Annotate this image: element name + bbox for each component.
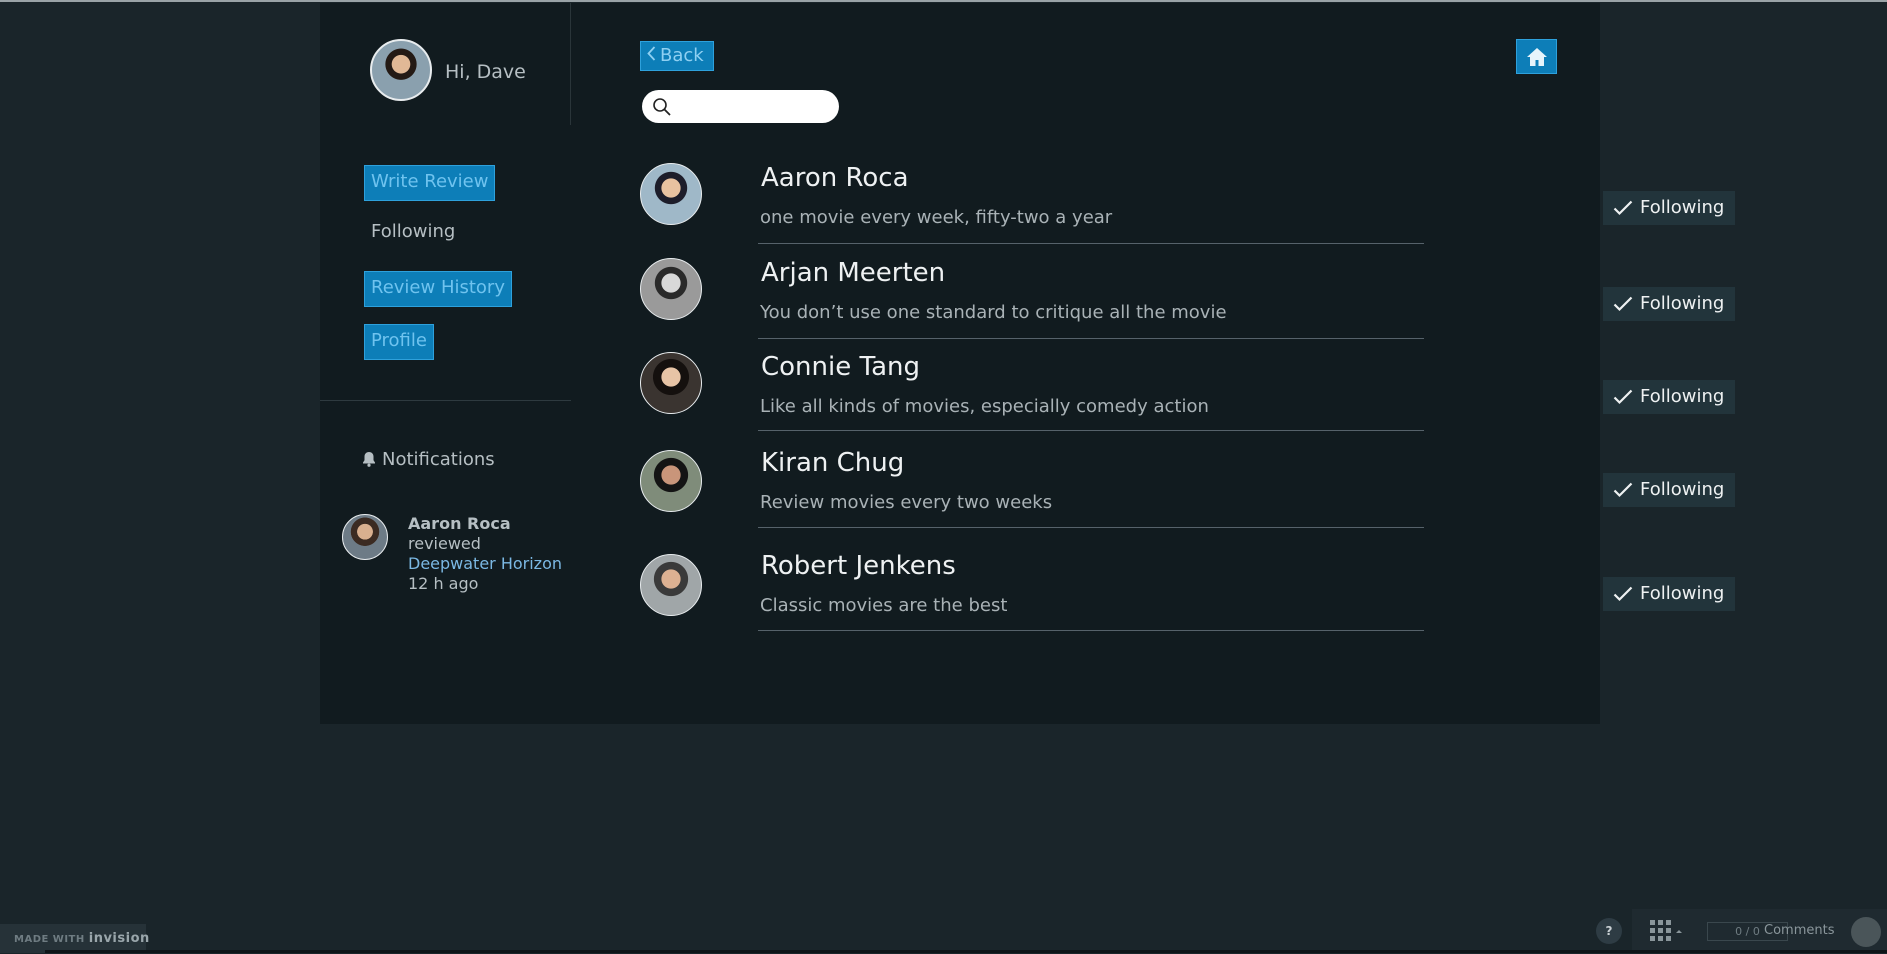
invision-brand: invision [88, 931, 150, 946]
sidebar: Hi, Dave Write Review Following Review H… [320, 3, 571, 724]
notification-verb: reviewed [408, 534, 481, 553]
user-bio: Classic movies are the best [760, 595, 1008, 616]
home-button[interactable] [1516, 39, 1557, 74]
greeting-text: Hi, Dave [445, 61, 526, 83]
user-avatar[interactable] [640, 163, 702, 225]
following-button[interactable]: Following [1603, 380, 1735, 414]
sidebar-divider [320, 400, 571, 401]
user-avatar[interactable] [640, 258, 702, 320]
check-icon [1613, 482, 1633, 498]
following-label: Following [1640, 197, 1725, 218]
sidebar-item-profile[interactable]: Profile [364, 324, 434, 360]
user-name[interactable]: Connie Tang [761, 352, 920, 382]
window-top-border [0, 0, 1887, 2]
following-label: Following [1640, 583, 1725, 604]
user-greeting-block: Hi, Dave [320, 3, 571, 125]
bell-icon [363, 452, 375, 467]
following-button[interactable]: Following [1603, 287, 1735, 321]
following-button[interactable]: Following [1603, 191, 1735, 225]
notification-time: 12 h ago [408, 574, 479, 593]
user-avatar[interactable] [640, 450, 702, 512]
row-divider [758, 430, 1424, 431]
app-panel: Hi, Dave Write Review Following Review H… [320, 3, 1735, 724]
row-divider [758, 630, 1424, 631]
grid-icon[interactable] [1650, 920, 1684, 942]
made-with-label: MADE WITH [14, 934, 85, 945]
following-label: Following [1640, 293, 1725, 314]
check-icon [1613, 586, 1633, 602]
check-icon [1613, 296, 1633, 312]
sidebar-item-write-review[interactable]: Write Review [364, 165, 496, 201]
help-button[interactable]: ? [1596, 918, 1622, 944]
user-avatar[interactable] [640, 554, 702, 616]
search-icon [653, 98, 671, 116]
comments-button[interactable]: Comments [1764, 923, 1834, 938]
following-label: Following [1640, 479, 1725, 500]
following-label: Following [1640, 386, 1725, 407]
user-bio: Review movies every two weeks [760, 492, 1053, 513]
check-icon [1613, 389, 1633, 405]
user-name[interactable]: Aaron Roca [761, 163, 909, 193]
user-name[interactable]: Robert Jenkens [761, 551, 956, 581]
user-bio: You don’t use one standard to critique a… [760, 302, 1227, 323]
user-avatar[interactable] [370, 39, 432, 101]
user-avatar[interactable] [640, 352, 702, 414]
user-bio: Like all kinds of movies, especially com… [760, 396, 1209, 417]
row-divider [758, 243, 1424, 244]
home-icon [1527, 48, 1547, 66]
search-input[interactable] [676, 94, 826, 119]
notification-avatar[interactable] [342, 514, 388, 560]
row-divider [758, 338, 1424, 339]
notifications-title: Notifications [382, 449, 495, 470]
made-with-invision-badge[interactable]: MADE WITH invision [0, 924, 149, 953]
account-avatar[interactable] [1851, 917, 1881, 947]
notification-movie-link[interactable]: Deepwater Horizon [408, 554, 562, 574]
notification-item: Aaron Roca reviewed Deepwater Horizon 12… [408, 514, 562, 594]
notifications-heading: Notifications [362, 449, 495, 470]
user-name[interactable]: Arjan Meerten [761, 258, 945, 288]
notification-user-name[interactable]: Aaron Roca [408, 514, 562, 534]
sidebar-item-review-history[interactable]: Review History [364, 271, 512, 307]
row-divider [758, 527, 1424, 528]
list-item[interactable]: Robert Jenkens Classic movies are the be… [640, 3, 1735, 631]
following-button[interactable]: Following [1603, 577, 1735, 611]
sidebar-item-following[interactable]: Following [364, 216, 461, 252]
search-box[interactable] [642, 90, 839, 123]
following-button[interactable]: Following [1603, 473, 1735, 507]
user-name[interactable]: Kiran Chug [761, 448, 904, 478]
user-bio: one movie every week, fifty-two a year [760, 207, 1113, 228]
check-icon [1613, 200, 1633, 216]
